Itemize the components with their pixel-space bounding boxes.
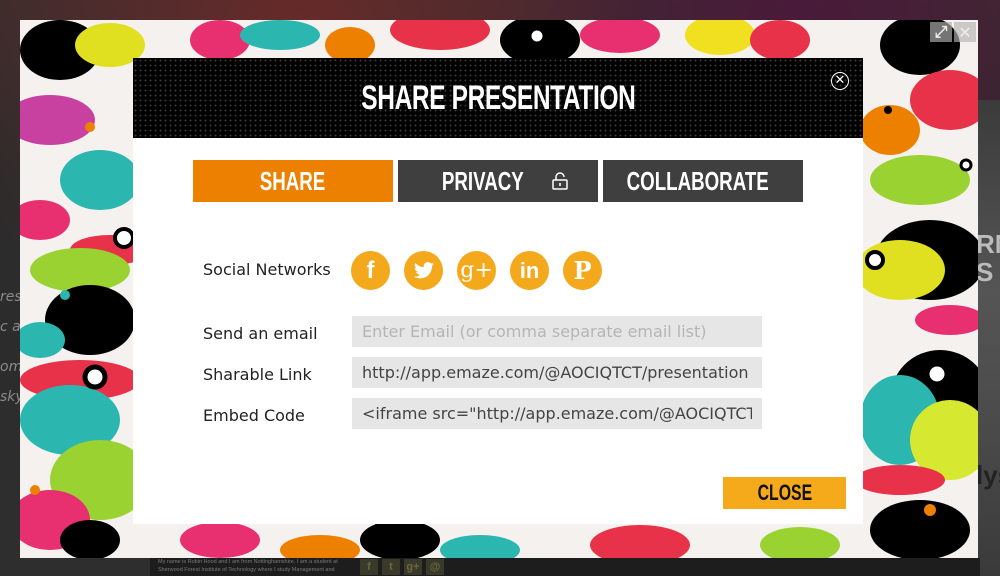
tab-collaborate[interactable]: COLLABORATE — [603, 160, 803, 202]
facebook-share-button[interactable]: f — [351, 251, 390, 290]
footer-bio: My name is Robin Hood and I am from Nott… — [158, 559, 338, 573]
pinterest-share-button[interactable]: P — [563, 251, 602, 290]
google-plus-icon: g+ — [460, 258, 493, 283]
bg-text-fragment: c an — [0, 319, 20, 335]
social-networks-label: Social Networks — [203, 260, 331, 279]
embed-code-label: Embed Code — [203, 406, 305, 425]
twitter-icon — [413, 261, 434, 278]
social-network-buttons: f g+ in P — [351, 251, 602, 290]
footer-email-icon: @ — [426, 559, 444, 575]
footer-facebook-icon: f — [360, 559, 378, 575]
tab-collaborate-label: COLLABORATE — [626, 165, 770, 196]
footer-social-icons: f t g+ @ — [360, 559, 444, 575]
footer-twitter-icon: t — [382, 559, 400, 575]
expand-icon[interactable]: ⤢ — [930, 22, 952, 42]
footer-google-plus-icon: g+ — [404, 559, 422, 575]
linkedin-share-button[interactable]: in — [510, 251, 549, 290]
frame-close-icon[interactable]: ✕ — [954, 22, 976, 42]
close-circle-icon[interactable]: ✕ — [831, 72, 849, 90]
tab-share-label: SHARE — [260, 165, 326, 196]
google-plus-share-button[interactable]: g+ — [457, 251, 496, 290]
close-button-label: CLOSE — [757, 480, 812, 505]
pinterest-icon: P — [573, 256, 592, 285]
background-left-text: res c an om sky — [0, 282, 20, 412]
send-email-label: Send an email — [203, 324, 318, 343]
sharable-link-label: Sharable Link — [203, 365, 312, 384]
email-input[interactable] — [352, 316, 762, 347]
share-presentation-modal: SHARE PRESENTATION ✕ SHARE PRIVACY COLLA… — [133, 58, 863, 524]
tab-share[interactable]: SHARE — [193, 160, 393, 202]
tab-privacy[interactable]: PRIVACY — [398, 160, 598, 202]
background-right-strip: RN S lys — [976, 100, 1000, 576]
tab-bar: SHARE PRIVACY COLLABORATE — [193, 160, 803, 202]
bg-text-fragment: om — [0, 359, 20, 375]
tab-privacy-label: PRIVACY — [442, 165, 524, 196]
modal-title: SHARE PRESENTATION — [360, 78, 636, 117]
close-button[interactable]: CLOSE — [723, 477, 846, 509]
embed-code-field[interactable] — [352, 398, 762, 429]
frame-controls: ⤢ ✕ — [930, 22, 976, 42]
linkedin-icon: in — [519, 257, 540, 283]
facebook-icon: f — [366, 256, 375, 284]
bg-text-fragment: sky — [0, 389, 20, 405]
sharable-link-field[interactable] — [352, 357, 762, 388]
bg-right-heading-2: lys — [976, 460, 1000, 490]
background-footer: My name is Robin Hood and I am from Nott… — [150, 558, 980, 576]
modal-header: SHARE PRESENTATION ✕ — [133, 58, 863, 138]
unlock-icon — [552, 172, 568, 190]
twitter-share-button[interactable] — [404, 251, 443, 290]
bg-text-fragment: res — [0, 289, 20, 305]
bg-right-heading: RN S — [976, 229, 1000, 287]
